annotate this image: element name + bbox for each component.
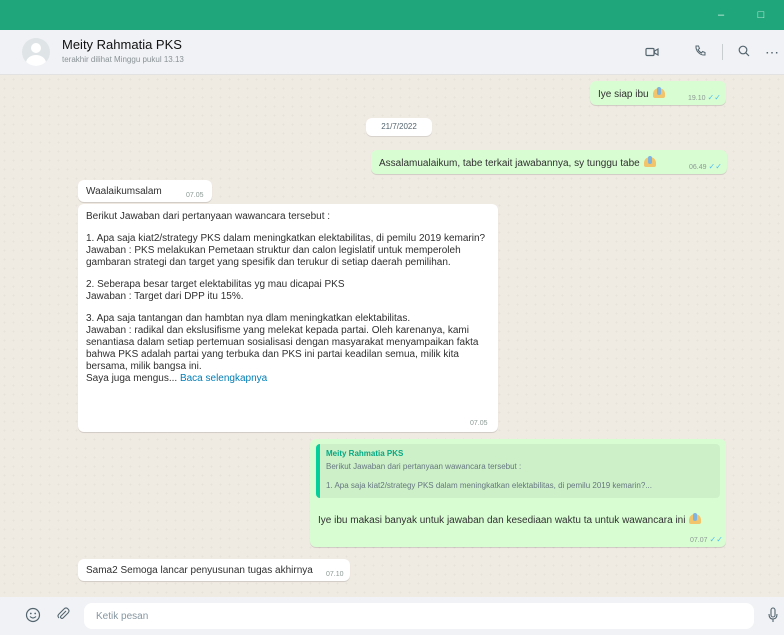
answer-paragraph-3: 3. Apa saja tantangan dan hambtan nya dl… <box>86 313 479 372</box>
menu-icon[interactable]: ⋯ <box>762 42 782 62</box>
quoted-text: 1. Apa saja kiat2/strategy PKS dalam men… <box>326 481 652 490</box>
message-text: Sama2 Semoga lancar penyusunan tugas akh… <box>86 565 313 576</box>
chat-header: Meity Rahmatia PKS terakhir dilihat Ming… <box>0 30 784 75</box>
message-incoming[interactable]: Sama2 Semoga lancar penyusunan tugas akh… <box>78 559 350 581</box>
read-receipt-icon: ✓✓ <box>709 535 723 544</box>
message-outgoing-reply[interactable]: Meity Rahmatia PKS Berikut Jawaban dari … <box>310 439 726 547</box>
message-text: Waalaikumsalam <box>86 186 162 197</box>
contact-avatar[interactable] <box>22 38 50 66</box>
quoted-sender: Meity Rahmatia PKS <box>326 449 404 458</box>
answer-paragraph-4: Saya juga mengus... <box>86 373 178 384</box>
message-time: 19.10 <box>688 95 706 102</box>
read-more-link[interactable]: Baca selengkapnya <box>180 373 267 384</box>
emoji-icon[interactable] <box>24 607 42 625</box>
answer-paragraph-1: 1. Apa saja kiat2/strategy PKS dalam men… <box>86 233 486 268</box>
praying-hands-emoji <box>687 513 703 525</box>
message-text: Iye ibu makasi banyak untuk jawaban dan … <box>318 515 686 526</box>
praying-hands-emoji <box>651 87 667 99</box>
message-input[interactable] <box>84 603 754 629</box>
read-receipt-icon: ✓✓ <box>708 162 722 171</box>
microphone-icon[interactable] <box>764 607 782 625</box>
message-outgoing[interactable]: Iye siap ibu 19.10 ✓✓ <box>590 81 726 105</box>
composer-bar <box>0 597 784 635</box>
chat-area[interactable]: Iye siap ibu 19.10 ✓✓ 21/7/2022 Assalamu… <box>0 75 784 597</box>
message-time: 06.49 <box>689 164 707 171</box>
date-chip: 21/7/2022 <box>366 118 432 136</box>
message-text: Iye siap ibu <box>598 89 649 100</box>
message-time: 07.10 <box>326 571 344 578</box>
message-time: 07.05 <box>186 192 204 199</box>
search-icon[interactable] <box>734 42 754 62</box>
quoted-message[interactable]: Meity Rahmatia PKS Berikut Jawaban dari … <box>316 444 720 498</box>
message-text: Assalamualaikum, tabe terkait jawabannya… <box>379 158 640 169</box>
answer-paragraph-2: 2. Seberapa besar target elektabilitas y… <box>86 279 345 302</box>
header-divider <box>722 44 723 60</box>
window-titlebar: – □ <box>0 0 784 30</box>
contact-name[interactable]: Meity Rahmatia PKS <box>62 37 182 52</box>
message-intro: Berikut Jawaban dari pertanyaan wawancar… <box>86 211 331 222</box>
message-incoming[interactable]: Berikut Jawaban dari pertanyaan wawancar… <box>78 204 498 432</box>
video-call-icon[interactable] <box>642 42 662 62</box>
phone-icon[interactable] <box>690 42 710 62</box>
praying-hands-emoji <box>642 156 658 168</box>
message-time: 07.05 <box>470 420 488 427</box>
contact-status: terakhir dilihat Minggu pukul 13.13 <box>62 55 184 64</box>
message-incoming[interactable]: Waalaikumsalam 07.05 <box>78 180 212 202</box>
message-time: 07.07 <box>690 537 708 544</box>
read-receipt-icon: ✓✓ <box>707 93 721 102</box>
maximize-icon[interactable]: □ <box>738 0 784 30</box>
attach-icon[interactable] <box>54 607 72 625</box>
quoted-text: Berikut Jawaban dari pertanyaan wawancar… <box>326 462 522 471</box>
message-outgoing[interactable]: Assalamualaikum, tabe terkait jawabannya… <box>371 150 727 174</box>
